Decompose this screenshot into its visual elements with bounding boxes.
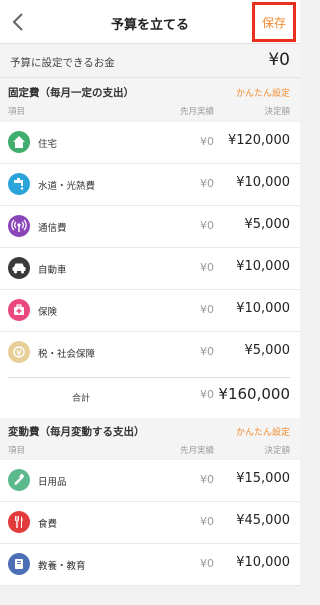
- row-amount[interactable]: ¥10,000: [236, 175, 290, 190]
- col-header-budget: 決定額: [264, 446, 290, 456]
- car-icon: [8, 257, 30, 279]
- budget-row-insurance[interactable]: 保険 ¥0 ¥10,000: [0, 290, 300, 332]
- row-prev-value: ¥0: [200, 177, 214, 190]
- row-amount[interactable]: ¥15,000: [236, 471, 290, 486]
- row-label: 自動車: [38, 265, 67, 276]
- col-header-item: 項目: [8, 446, 26, 456]
- row-label: 日用品: [38, 477, 67, 488]
- row-label: 水道・光熱費: [38, 181, 96, 192]
- signal-icon: [8, 215, 30, 237]
- total-amount: ¥160,000: [218, 385, 290, 403]
- budget-row-communication[interactable]: 通信費 ¥0 ¥5,000: [0, 206, 300, 248]
- toothbrush-icon: [8, 469, 30, 491]
- row-prev-value: ¥0: [200, 303, 214, 316]
- row-prev-value: ¥0: [200, 557, 214, 570]
- col-header-item: 項目: [8, 107, 26, 117]
- chevron-left-icon: [12, 13, 23, 31]
- row-amount[interactable]: ¥5,000: [245, 343, 291, 358]
- total-label: 合計: [72, 394, 91, 404]
- save-button[interactable]: 保存: [252, 2, 296, 42]
- row-amount[interactable]: ¥120,000: [228, 133, 290, 148]
- row-label: 食費: [38, 519, 58, 530]
- faucet-icon: [8, 173, 30, 195]
- variable-easy-setting-link[interactable]: かんたん設定: [236, 425, 290, 438]
- budget-row-utilities[interactable]: 水道・光熱費 ¥0 ¥10,000: [0, 164, 300, 206]
- row-label: 通信費: [38, 223, 67, 234]
- row-label: 保険: [38, 307, 58, 318]
- row-prev-value: ¥0: [200, 261, 214, 274]
- fixed-section-title: 固定費（毎月一定の支出）: [8, 87, 134, 99]
- available-money-value: ¥0: [268, 50, 290, 70]
- row-amount[interactable]: ¥10,000: [236, 301, 290, 316]
- nav-header: 予算を立てる 保存: [0, 0, 300, 44]
- col-header-budget: 決定額: [264, 107, 290, 117]
- page-title: 予算を立てる: [110, 18, 189, 33]
- row-prev-value: ¥0: [200, 473, 214, 486]
- variable-section-title: 変動費（毎月変動する支出）: [8, 426, 145, 438]
- budget-row-food[interactable]: 食費 ¥0 ¥45,000: [0, 502, 300, 544]
- row-prev-value: ¥0: [200, 135, 214, 148]
- row-amount[interactable]: ¥10,000: [236, 259, 290, 274]
- fixed-section-header: 固定費（毎月一定の支出） かんたん設定 項目 先月実績 決定額: [0, 79, 300, 119]
- insurance-icon: [8, 299, 30, 321]
- variable-section-header: 変動費（毎月変動する支出） かんたん設定 項目 先月実績 決定額: [0, 418, 300, 458]
- row-prev-value: ¥0: [200, 515, 214, 528]
- total-prev-value: ¥0: [200, 388, 214, 401]
- back-button[interactable]: [8, 11, 28, 33]
- budget-row-daily-goods[interactable]: 日用品 ¥0 ¥15,000: [0, 460, 300, 502]
- row-prev-value: ¥0: [200, 345, 214, 358]
- available-money-label: 予算に設定できるお金: [10, 57, 115, 69]
- total-divider: [8, 377, 290, 378]
- budget-row-education[interactable]: 教養・教育 ¥0 ¥10,000: [0, 544, 300, 586]
- available-money-row: 予算に設定できるお金 ¥0: [0, 44, 300, 78]
- fixed-easy-setting-link[interactable]: かんたん設定: [236, 86, 290, 99]
- row-prev-value: ¥0: [200, 219, 214, 232]
- row-amount[interactable]: ¥5,000: [245, 217, 291, 232]
- budget-row-housing[interactable]: 住宅 ¥0 ¥120,000: [0, 122, 300, 164]
- fixed-total-row: 合計 ¥0 ¥160,000: [0, 374, 300, 418]
- row-label: 教養・教育: [38, 561, 86, 572]
- row-label: 住宅: [38, 139, 58, 150]
- tax-icon: [8, 341, 30, 363]
- row-label: 税・社会保障: [38, 349, 96, 360]
- fork-knife-icon: [8, 511, 30, 533]
- house-icon: [8, 131, 30, 153]
- col-header-prev: 先月実績: [179, 446, 214, 456]
- col-header-prev: 先月実績: [179, 107, 214, 117]
- row-amount[interactable]: ¥45,000: [236, 513, 290, 528]
- budget-row-car[interactable]: 自動車 ¥0 ¥10,000: [0, 248, 300, 290]
- bottom-spacer: [0, 586, 300, 605]
- budget-row-tax[interactable]: 税・社会保障 ¥0 ¥5,000: [0, 332, 300, 374]
- book-icon: [8, 553, 30, 575]
- row-amount[interactable]: ¥10,000: [236, 555, 290, 570]
